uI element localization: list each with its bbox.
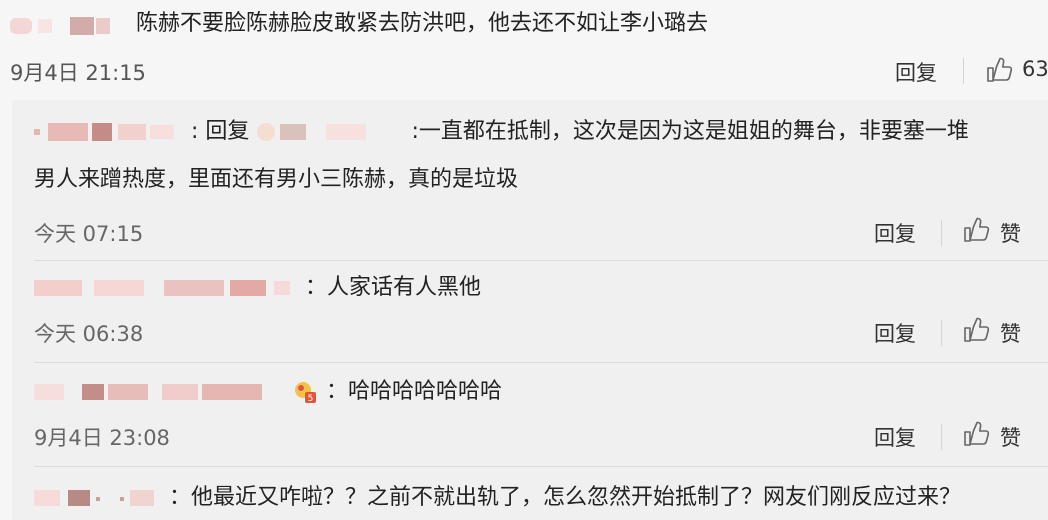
reply-text: ：他最近又咋啦？？之前不就出轨了，怎么忽然开始抵制了？网友们刚反应过来？ xyxy=(169,485,962,510)
thumbs-up-icon[interactable] xyxy=(962,216,990,244)
replies-panel: : 回复 :一直都在抵制，这次是因为这是姐姐的舞台，非要塞一堆 男人来蹭热度，里… xyxy=(12,100,1048,520)
blurred-username[interactable] xyxy=(34,277,298,299)
reply-divider xyxy=(34,362,1048,363)
like-button[interactable]: 赞 xyxy=(1000,318,1021,348)
action-divider xyxy=(941,320,942,346)
reply-divider xyxy=(34,466,1048,467)
reply-timestamp: 今天 07:15 xyxy=(34,222,144,246)
reply-timestamp: 9月4日 23:08 xyxy=(34,426,170,450)
reply-item: : 回复 :一直都在抵制，这次是因为这是姐姐的舞台，非要塞一堆 男人来蹭热度，里… xyxy=(34,108,1034,248)
reply-text: ：人家话有人黑他 xyxy=(305,275,482,300)
reply-prefix: 回复 xyxy=(205,119,250,144)
action-divider xyxy=(963,58,964,84)
reply-button[interactable]: 回复 xyxy=(874,318,916,348)
thumbs-up-icon[interactable] xyxy=(985,56,1013,84)
thumbs-up-icon[interactable] xyxy=(962,316,990,344)
reply-timestamp: 今天 06:38 xyxy=(34,322,144,346)
blurred-username[interactable] xyxy=(34,381,284,403)
reply-item: ：他最近又咋啦？？之前不就出轨了，怎么忽然开始抵制了？网友们刚反应过来？ xyxy=(34,478,1034,520)
top-comment: 陈赫不要脸陈赫脸皮敢紧去防洪吧，他去还不如让李小璐去 9月4日 21:15 回复… xyxy=(0,0,1048,95)
svg-text:5: 5 xyxy=(308,394,314,404)
separator-colon: : xyxy=(191,119,199,144)
like-button[interactable]: 赞 xyxy=(1000,218,1021,248)
blurred-username[interactable] xyxy=(34,121,184,143)
comment-text: 陈赫不要脸陈赫脸皮敢紧去防洪吧，他去还不如让李小璐去 xyxy=(136,11,709,36)
reply-item: 5 ：哈哈哈哈哈哈哈 9月4日 23:08 回复 赞 xyxy=(34,372,1034,462)
reply-divider xyxy=(34,260,1048,261)
reply-text-line1: :一直都在抵制，这次是因为这是姐姐的舞台，非要塞一堆 xyxy=(411,119,969,144)
thumbs-up-icon[interactable] xyxy=(962,420,990,448)
action-divider xyxy=(941,220,942,246)
comment-timestamp: 9月4日 21:15 xyxy=(10,61,146,85)
reply-item: ：人家话有人黑他 今天 06:38 回复 赞 xyxy=(34,268,1034,358)
reply-text: ：哈哈哈哈哈哈哈 xyxy=(326,379,503,404)
action-divider xyxy=(941,424,942,450)
blurred-username[interactable] xyxy=(10,14,120,36)
user-badge-icon: 5 xyxy=(295,382,316,404)
like-count: 63 xyxy=(1022,57,1048,81)
blurred-mentioned-user[interactable] xyxy=(256,121,404,143)
reply-button[interactable]: 回复 xyxy=(895,57,937,87)
blurred-username[interactable] xyxy=(34,487,162,509)
reply-button[interactable]: 回复 xyxy=(874,422,916,452)
like-button[interactable]: 赞 xyxy=(1000,422,1021,452)
reply-text-line2: 男人来蹭热度，里面还有男小三陈赫，真的是垃圾 xyxy=(34,167,519,192)
reply-button[interactable]: 回复 xyxy=(874,218,916,248)
